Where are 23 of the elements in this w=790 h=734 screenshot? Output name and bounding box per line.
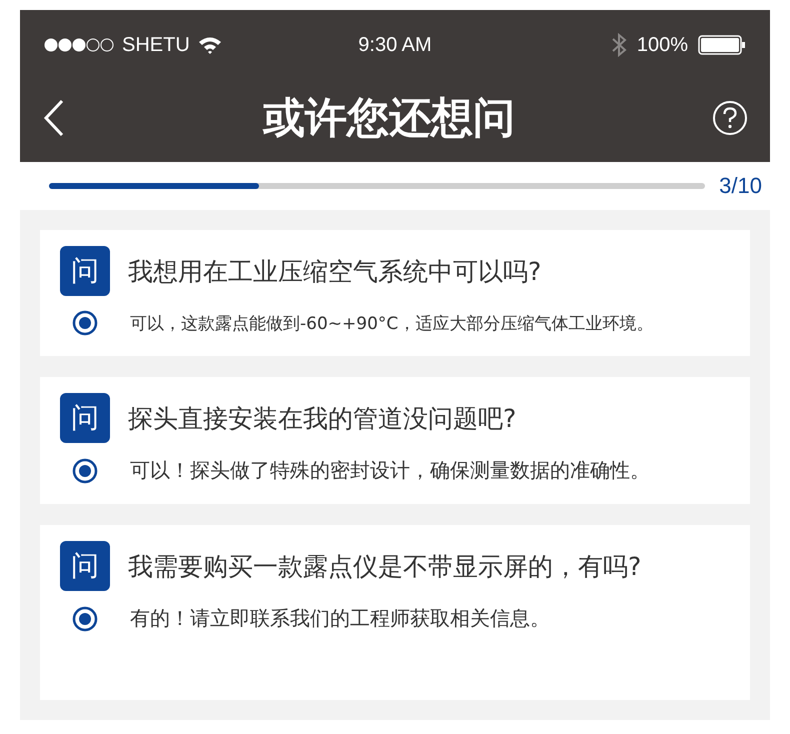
- answer-text: 可以，这款露点能做到-60~+90°C，适应大部分压缩气体工业环境。: [130, 312, 654, 334]
- bluetooth-icon: [610, 33, 627, 57]
- battery-icon: [698, 35, 746, 55]
- radio-icon: [72, 458, 98, 484]
- help-button[interactable]: [712, 100, 748, 136]
- question-text: 探头直接安装在我的管道没问题吧?: [128, 402, 516, 434]
- status-time: 9:30 AM: [358, 34, 432, 56]
- question-text: 我想用在工业压缩空气系统中可以吗?: [128, 256, 542, 288]
- answer-text: 有的！请立即联系我们的工程师获取相关信息。: [130, 605, 550, 632]
- question-badge: 问: [60, 393, 110, 443]
- progress-count: 3/10: [719, 173, 762, 199]
- answer-text: 可以！探头做了特殊的密封设计，确保测量数据的准确性。: [130, 457, 650, 484]
- back-button[interactable]: [42, 98, 66, 138]
- page-title: 或许您还想问: [263, 92, 515, 144]
- carrier-name: SHETU: [122, 34, 190, 56]
- wifi-icon: [198, 36, 222, 54]
- battery-percent: 100%: [636, 34, 688, 56]
- radio-icon: [72, 310, 98, 336]
- question-badge: 问: [60, 246, 110, 296]
- question-badge: 问: [60, 541, 110, 591]
- signal-icon: [44, 38, 114, 52]
- question-text: 我需要购买一款露点仪是不带显示屏的，有吗?: [128, 550, 642, 582]
- radio-icon: [72, 606, 98, 632]
